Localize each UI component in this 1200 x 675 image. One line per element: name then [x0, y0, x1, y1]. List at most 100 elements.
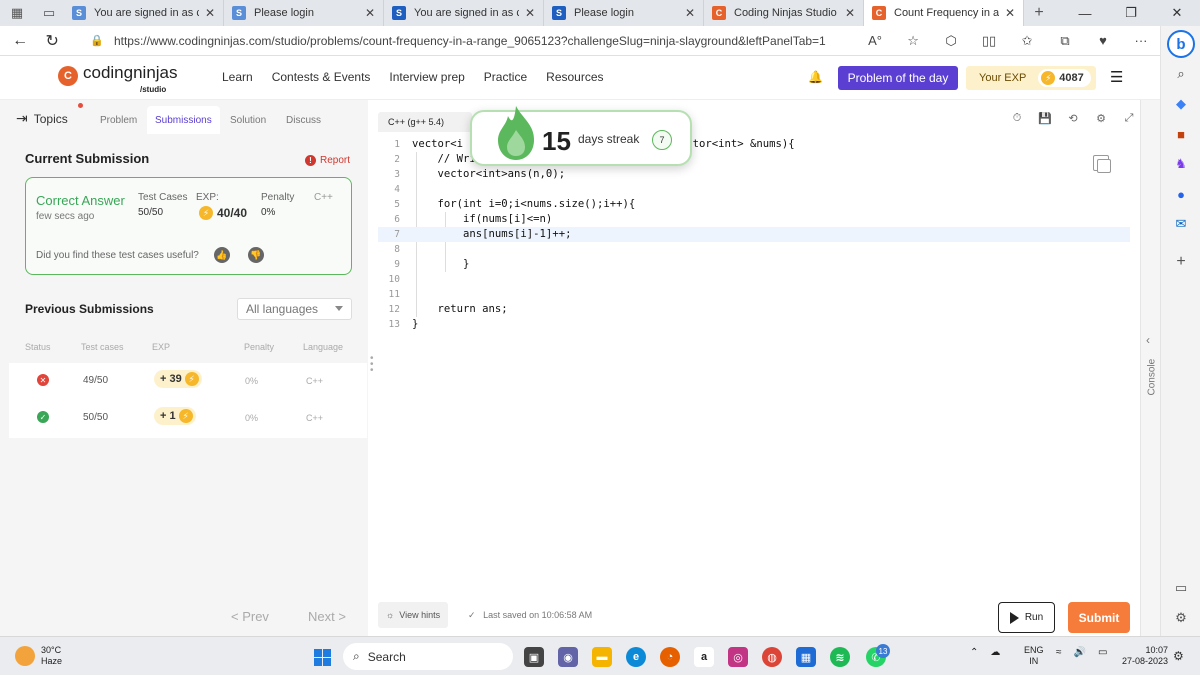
sidebar-layout-icon[interactable]: ▭	[1171, 578, 1191, 598]
nav-link-learn[interactable]: Learn	[222, 70, 253, 84]
fullscreen-icon[interactable]: ⤢	[1115, 112, 1143, 125]
browser-essentials-icon[interactable]: ♥	[1084, 33, 1122, 48]
workspaces-icon[interactable]: ▦	[0, 0, 34, 26]
amazon-icon[interactable]: a	[694, 647, 714, 667]
windows-start-icon[interactable]	[314, 649, 331, 666]
close-tab-icon[interactable]: ✕	[685, 6, 695, 20]
browser-tab[interactable]: S You are signed in as cse20... ✕	[384, 0, 544, 26]
console-toggle-bar[interactable]: ‹ Console	[1140, 100, 1160, 636]
add-sidebar-app-icon[interactable]: +	[1171, 252, 1191, 272]
weather-widget[interactable]: 30°C Haze	[15, 645, 62, 667]
bing-copilot-icon[interactable]: b	[1167, 30, 1195, 58]
close-tab-icon[interactable]: ✕	[525, 6, 535, 20]
nav-link-contests-events[interactable]: Contests & Events	[272, 70, 371, 84]
read-aloud-icon[interactable]: A°	[856, 33, 894, 48]
browser-tab[interactable]: C Coding Ninjas Studio ✕	[704, 0, 864, 26]
microsoft-365-icon[interactable]: ●	[1171, 184, 1191, 204]
code-line[interactable]: 10	[378, 272, 1130, 287]
tab-actions-icon[interactable]: ▭	[34, 0, 64, 26]
hamburger-menu-icon[interactable]: ☰	[1110, 68, 1123, 86]
url-field[interactable]: 🔒 https://www.codingninjas.com/studio/pr…	[90, 29, 846, 53]
problem-of-the-day-button[interactable]: Problem of the day	[838, 66, 958, 90]
timer-icon[interactable]: ⏱	[1003, 112, 1031, 125]
sidebar-settings-icon[interactable]: ⚙	[1171, 608, 1191, 628]
browser-tab[interactable]: C Count Frequency in a rang ✕	[864, 0, 1024, 26]
topics-button[interactable]: ⇥ Topics	[16, 103, 83, 127]
tray-chevron-up-icon[interactable]: ⌃	[970, 647, 978, 658]
close-tab-icon[interactable]: ✕	[845, 6, 855, 20]
outlook-icon[interactable]: ✉	[1171, 214, 1191, 234]
close-tab-icon[interactable]: ✕	[1005, 6, 1015, 20]
code-area[interactable]: 1vector<i , vector<int> &nums){2 // Wri3…	[378, 137, 1130, 571]
thumbs-up-icon[interactable]: 👍	[214, 247, 230, 263]
firefox-icon[interactable]: ◔	[660, 647, 680, 667]
task-view-icon[interactable]: ▣	[524, 647, 544, 667]
reset-icon[interactable]: ⟲	[1059, 112, 1087, 125]
battery-icon[interactable]: ▭	[1098, 647, 1107, 658]
nav-link-practice[interactable]: Practice	[484, 70, 527, 84]
extensions-icon[interactable]: ⬡	[932, 33, 970, 49]
tab-solution[interactable]: Solution	[222, 106, 274, 134]
panel-resize-handle[interactable]: • • •	[370, 354, 374, 376]
favorite-star-icon[interactable]: ☆	[894, 33, 932, 49]
submit-button[interactable]: Submit	[1068, 602, 1130, 633]
onedrive-cloud-icon[interactable]: ☁	[990, 647, 1000, 658]
more-menu-icon[interactable]: ···	[1122, 33, 1160, 48]
code-line[interactable]: 5 for(int i=0;i<nums.size();i++){	[378, 197, 1130, 212]
tools-icon[interactable]: ■	[1171, 124, 1191, 144]
instagram-icon[interactable]: ◎	[728, 647, 748, 667]
tab-problem[interactable]: Problem	[92, 106, 145, 134]
browser-tab[interactable]: S Please login ✕	[224, 0, 384, 26]
notification-settings-icon[interactable]: ⚙	[1173, 649, 1184, 663]
language-selector[interactable]: C++ (g++ 5.4)	[378, 112, 472, 132]
edge-browser-icon[interactable]: e	[626, 647, 646, 667]
prev-page-button[interactable]: < Prev	[231, 609, 269, 624]
settings-gear-icon[interactable]: ⚙	[1087, 112, 1115, 125]
your-exp-badge[interactable]: Your EXP ⚡ 4087	[966, 66, 1096, 90]
code-line[interactable]: 13}	[378, 317, 1130, 332]
nav-link-resources[interactable]: Resources	[546, 70, 603, 84]
browser-tab[interactable]: S You are signed in as cse20... ✕	[64, 0, 224, 26]
table-row[interactable]: ✕ 49/50 + 39 ⚡ 0% C++	[9, 363, 367, 400]
split-screen-icon[interactable]: ▯▯	[970, 33, 1008, 49]
language-filter-select[interactable]: All languages	[237, 298, 352, 320]
taskbar-clock[interactable]: 10:07 27-08-2023	[1118, 645, 1168, 667]
refresh-button[interactable]: ↻	[36, 31, 68, 51]
code-line[interactable]: 7 ans[nums[i]-1]++;	[378, 227, 1130, 242]
taskbar-search[interactable]: ⌕ Search	[343, 643, 513, 670]
code-line[interactable]: 4	[378, 182, 1130, 197]
code-line[interactable]: 6 if(nums[i]<=n)	[378, 212, 1130, 227]
code-line[interactable]: 9 }	[378, 257, 1130, 272]
close-window-button[interactable]: ✕	[1154, 0, 1200, 26]
new-tab-button[interactable]: +	[1024, 0, 1054, 26]
thumbs-down-icon[interactable]: 👎	[248, 247, 264, 263]
volume-icon[interactable]: 🔊	[1074, 647, 1086, 658]
view-hints-button[interactable]: ☼ View hints	[378, 602, 449, 628]
save-icon[interactable]: 💾	[1031, 112, 1059, 125]
favorites-icon[interactable]: ✩	[1008, 33, 1046, 49]
collections-icon[interactable]: ⧉	[1046, 33, 1084, 49]
file-explorer-icon[interactable]: ▬	[592, 647, 612, 667]
microsoft-store-icon[interactable]: ▦	[796, 647, 816, 667]
wifi-icon[interactable]: ≈	[1056, 647, 1062, 658]
close-tab-icon[interactable]: ✕	[365, 6, 375, 20]
report-button[interactable]: ! Report	[305, 155, 350, 166]
run-button[interactable]: Run	[998, 602, 1055, 633]
table-row[interactable]: ✓ 50/50 + 1 ⚡ 0% C++	[9, 400, 367, 437]
tab-submissions[interactable]: Submissions	[147, 106, 220, 134]
games-icon[interactable]: ♞	[1171, 154, 1191, 174]
maximize-button[interactable]: ❐	[1108, 0, 1154, 26]
code-line[interactable]: 3 vector<int>ans(n,0);	[378, 167, 1130, 182]
back-button[interactable]: ←	[4, 32, 36, 50]
minimize-button[interactable]: —	[1062, 0, 1108, 26]
spotify-icon[interactable]: ≋	[830, 647, 850, 667]
chrome-icon[interactable]: ◍	[762, 647, 782, 667]
input-language[interactable]: ENG IN	[1024, 645, 1044, 667]
shopping-icon[interactable]: ◆	[1171, 94, 1191, 114]
search-icon[interactable]: ⌕	[1171, 64, 1191, 84]
nav-link-interview-prep[interactable]: Interview prep	[389, 70, 464, 84]
close-tab-icon[interactable]: ✕	[205, 6, 215, 20]
codingninjas-logo[interactable]: C codingninjas /studio	[58, 64, 178, 94]
teams-chat-icon[interactable]: ◉	[558, 647, 578, 667]
code-line[interactable]: 8	[378, 242, 1130, 257]
